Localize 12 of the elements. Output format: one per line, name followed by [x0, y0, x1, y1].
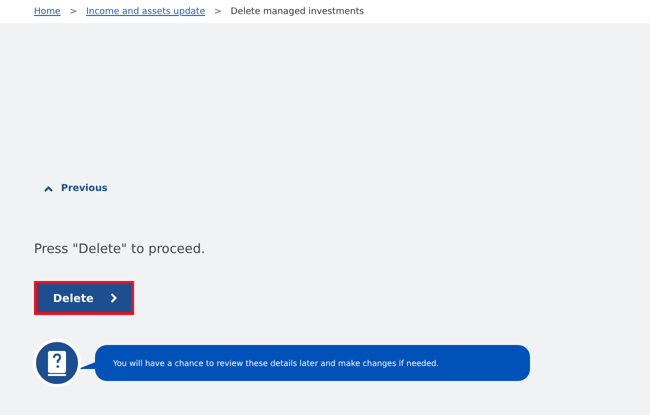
breadcrumb-separator: > [70, 6, 78, 16]
breadcrumb-link[interactable]: Income and assets update [86, 6, 206, 16]
breadcrumb-separator: > [214, 6, 222, 16]
previous-link[interactable]: Previous [44, 183, 108, 194]
help-book-icon [33, 339, 81, 387]
breadcrumb-current: Delete managed investments [230, 6, 364, 16]
delete-button[interactable]: Delete [37, 284, 131, 312]
breadcrumb-link[interactable]: Home [34, 6, 61, 16]
chevron-right-icon [110, 293, 117, 303]
chevron-up-icon [44, 186, 53, 192]
help-message: You will have a chance to review these details later and make changes if needed. [113, 358, 439, 368]
instruction-text: Press "Delete" to proceed. [34, 242, 206, 257]
